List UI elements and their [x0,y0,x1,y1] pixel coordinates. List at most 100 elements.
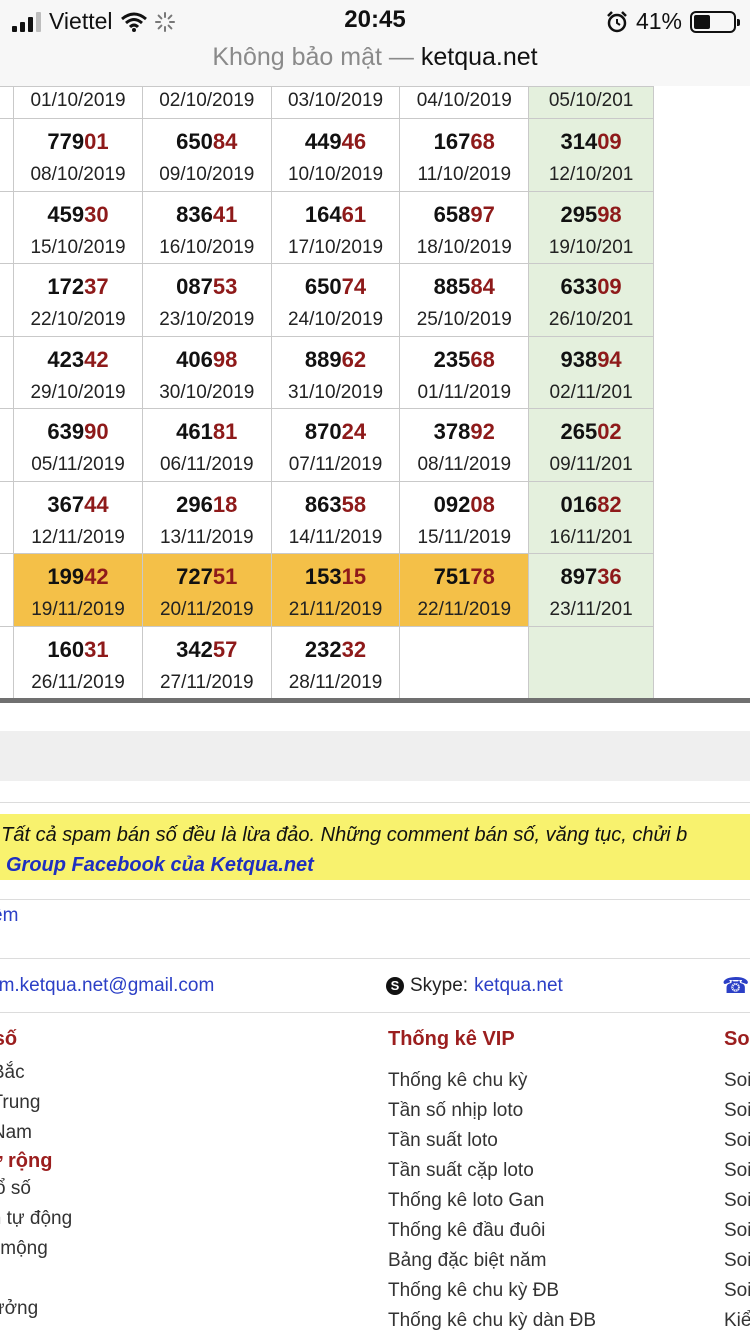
result-cell[interactable]: 4019 [0,263,15,337]
result-cell[interactable]: 02/10/2019 [141,86,272,119]
result-cell[interactable]: 8019 [0,625,15,699]
footer-link[interactable]: Soi [724,1246,750,1276]
results-table-container[interactable]: 2019 01/10/2019 02/10/2019 03/10/2019 04/10/… [0,86,750,700]
result-cell[interactable]: 83641 16/10/2019 [141,190,272,264]
result-cell[interactable]: 65084 09/10/2019 [141,118,272,192]
footer-link[interactable]: ố [0,1264,72,1294]
facebook-group-link[interactable]: Group Facebook của Ketqua.net [6,854,314,877]
result-cell[interactable]: 23232 28/11/2019 [270,625,401,699]
result-number-tail: 68 [470,346,495,372]
skype-link[interactable]: ketqua.net [474,975,563,997]
result-cell[interactable]: 77901 08/10/2019 [13,118,143,192]
footer-link[interactable]: Soi [724,1066,750,1096]
footer-link[interactable]: Thống kê chu kỳ [388,1066,596,1096]
result-cell[interactable]: 3019 [0,408,15,482]
result-cell[interactable]: 88584 25/10/2019 [399,263,530,337]
result-cell[interactable]: 89736 23/11/201 [528,553,654,627]
footer-link[interactable]: ị xổ số [0,1174,72,1204]
alarm-icon [607,10,627,32]
result-cell[interactable]: 01682 16/11/201 [528,480,654,554]
result-cell[interactable]: 31409 12/10/201 [528,118,654,192]
footer-link[interactable]: thưởng [0,1294,72,1324]
result-cell[interactable]: 37892 08/11/2019 [399,408,530,482]
footer-link[interactable]: Soi [724,1216,750,1246]
result-cell[interactable]: 2019 [0,86,15,119]
result-cell[interactable]: 05/10/201 [528,86,654,119]
result-cell[interactable]: 87024 07/11/2019 [270,408,401,482]
result-cell[interactable]: 88962 31/10/2019 [270,335,401,409]
result-cell[interactable]: 23568 01/11/2019 [399,335,530,409]
result-cell[interactable]: 16768 11/10/2019 [399,118,530,192]
result-cell[interactable]: 08753 23/10/2019 [141,263,272,337]
result-cell[interactable]: 34257 27/11/2019 [141,625,272,699]
footer-link[interactable]: Kiể [724,1306,750,1334]
result-cell[interactable]: 19942 19/11/2019 [13,553,143,627]
footer-link[interactable]: Soi [724,1156,750,1186]
result-cell[interactable]: 17237 22/10/2019 [13,263,143,337]
footer-link[interactable]: ềm [0,905,18,927]
result-cell[interactable]: 65897 18/10/2019 [399,190,530,264]
footer-link[interactable]: Tần suất cặp loto [388,1156,596,1186]
footer-link[interactable]: Thống kê chu kỳ ĐB [388,1276,596,1306]
result-cell[interactable]: 46181 06/11/2019 [141,408,272,482]
result-number-head: 235 [433,346,471,372]
result-cell[interactable]: 29618 13/11/2019 [141,480,272,554]
result-number-tail: 01 [84,129,109,154]
footer-link[interactable]: Thống kê loto Gan [388,1186,596,1216]
result-cell[interactable]: 16461 17/10/2019 [270,190,401,264]
result-number-tail: 31 [84,636,109,662]
result-cell[interactable]: 0019 [0,118,15,192]
result-cell[interactable]: 63309 26/10/201 [528,263,654,337]
result-number-head: 164 [304,201,342,227]
result-number [529,637,653,663]
footer-link[interactable]: Bảng đặc biệt năm [388,1246,596,1276]
column-heading: Thống kê VIP [388,1028,515,1050]
result-number: 16031 [14,637,142,663]
result-cell[interactable] [399,625,530,699]
result-number-tail: 09 [597,274,622,299]
result-number-tail: 46 [341,129,367,154]
footer-link[interactable]: n Trung [0,1088,72,1118]
result-cell[interactable]: 42342 29/10/2019 [13,335,143,409]
result-cell[interactable]: 36744 12/11/2019 [13,480,143,554]
footer-link[interactable]: Soi [724,1096,750,1126]
result-cell[interactable]: 26502 09/11/201 [528,408,654,482]
result-cell[interactable]: 29598 19/10/201 [528,190,654,264]
footer-link[interactable]: Tần suất loto [388,1126,596,1156]
result-cell[interactable]: 40698 30/10/2019 [141,335,272,409]
footer-link[interactable]: Soi [724,1186,750,1216]
result-cell[interactable]: 45930 15/10/2019 [13,190,143,264]
footer-link[interactable]: Soi [724,1276,750,1306]
email-link[interactable]: dm.ketqua.net@gmail.com [0,975,214,997]
result-cell[interactable]: 15315 21/11/2019 [270,553,401,627]
result-cell[interactable]: 44946 10/10/2019 [270,118,401,192]
result-cell[interactable]: 01/10/2019 [13,86,143,119]
footer-link[interactable]: Tần số nhịp loto [388,1096,596,1126]
result-cell[interactable]: 75178 22/11/2019 [399,553,530,627]
address-bar[interactable]: Không bảo mật — ketqua.net [0,40,750,86]
footer-link[interactable]: Thống kê đầu đuôi [388,1216,596,1246]
footer-link[interactable]: iên tự động [0,1204,72,1234]
result-cell[interactable]: 09208 15/11/2019 [399,480,530,554]
footer-link[interactable]: n Bắc [0,1058,72,1088]
result-cell[interactable]: 9019 [0,335,15,409]
result-date: 14/11/2019 [288,526,383,548]
result-cell[interactable]: 6019 [0,480,15,554]
phone-icon[interactable]: ☎ [722,973,749,999]
result-cell[interactable]: 65074 24/10/2019 [270,263,401,337]
result-number-tail: 61 [341,201,367,227]
result-cell[interactable]: 86358 14/11/2019 [270,480,401,554]
footer-link[interactable]: Soi [724,1126,750,1156]
result-cell[interactable]: 93894 02/11/201 [528,335,654,409]
result-cell[interactable]: 4019 [0,553,15,627]
result-cell[interactable] [528,625,654,699]
footer-link[interactable]: n Nam [0,1118,72,1148]
footer-link[interactable]: iải mộng [0,1234,72,1264]
result-cell[interactable]: 16031 26/11/2019 [13,625,143,699]
result-cell[interactable]: 04/10/2019 [399,86,530,119]
result-cell[interactable]: 63990 05/11/2019 [13,408,143,482]
result-cell[interactable]: 1019 [0,190,15,264]
footer-link[interactable]: Thống kê chu kỳ dàn ĐB [388,1306,596,1334]
result-cell[interactable]: 72751 20/11/2019 [141,553,272,627]
result-cell[interactable]: 03/10/2019 [270,86,401,119]
